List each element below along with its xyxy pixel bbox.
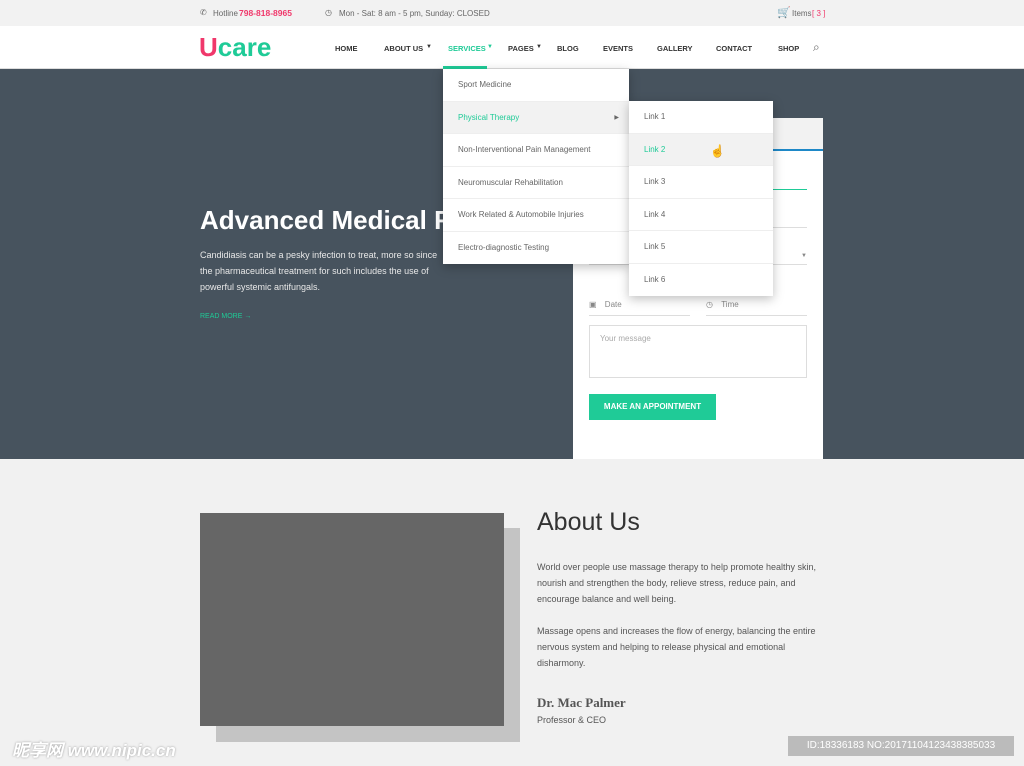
nav-contact[interactable]: CONTACT [716, 44, 752, 53]
clock-icon: ◷ [325, 8, 332, 17]
submenu-link-3[interactable]: Link 3 [629, 166, 773, 199]
read-more-link[interactable]: READ MORE → [200, 313, 251, 320]
menu-item-physical-therapy[interactable]: Physical Therapy ▶ [443, 101, 629, 134]
phone-icon: ✆ [200, 8, 207, 17]
physical-therapy-submenu: Link 1 Link 2 Link 3 Link 4 Link 5 Link … [629, 101, 773, 296]
time-field[interactable]: ◷ Time [706, 300, 807, 316]
calendar-icon: ▣ [589, 300, 597, 309]
clock-icon: ◷ [706, 300, 713, 309]
cart-count: [ 3 ] [812, 9, 826, 18]
menu-item-sport-medicine[interactable]: Sport Medicine [443, 69, 629, 102]
opening-hours: Mon - Sat: 8 am - 5 pm, Sunday: CLOSED [339, 9, 490, 18]
submenu-link-6[interactable]: Link 6 [629, 264, 773, 297]
nav-events[interactable]: EVENTS [603, 44, 633, 53]
menu-item-neuromuscular[interactable]: Neuromuscular Rehabilitation [443, 167, 629, 199]
make-appointment-button[interactable]: MAKE AN APPOINTMENT [589, 394, 716, 420]
nav-pages[interactable]: PAGES [508, 44, 534, 53]
chevron-down-icon: ▼ [536, 44, 542, 50]
main-nav: Ucare HOME ABOUT US ▼ SERVICES ▼ PAGES ▼… [0, 26, 1024, 69]
hand-cursor-icon: ☝ [710, 144, 725, 158]
menu-item-electro-diagnostic[interactable]: Electro-diagnostic Testing [443, 232, 629, 265]
top-bar: ✆ Hotline 798-818-8965 ◷ Mon - Sat: 8 am… [0, 0, 1024, 26]
nav-home[interactable]: HOME [335, 44, 358, 53]
hero-title: Advanced Medical Fa [200, 205, 465, 235]
author-role: Professor & CEO [537, 715, 607, 725]
submenu-link-2[interactable]: Link 2 [629, 133, 773, 166]
message-textarea[interactable]: Your message [589, 325, 807, 378]
about-paragraph-1: World over people use massage therapy to… [537, 562, 816, 604]
watermark-id: ID:18336183 NO:20171104123438385033 [788, 736, 1014, 756]
author-name: Dr. Mac Palmer [537, 695, 626, 710]
logo[interactable]: Ucare [199, 32, 271, 63]
hero-text: Candidiasis can be a pesky infection to … [200, 250, 438, 292]
date-label: Date [604, 300, 622, 309]
about-title: About Us [537, 508, 640, 536]
hotline-number[interactable]: 798-818-8965 [239, 8, 292, 18]
menu-item-work-injuries[interactable]: Work Related & Automobile Injuries [443, 199, 629, 232]
submenu-link-4[interactable]: Link 4 [629, 199, 773, 231]
nav-blog[interactable]: BLOG [557, 44, 579, 53]
submenu-link-1[interactable]: Link 1 [629, 101, 773, 134]
menu-item-label: Physical Therapy [458, 112, 520, 122]
search-icon[interactable]: ⌕ [813, 40, 820, 55]
chevron-down-icon: ▼ [426, 44, 432, 50]
services-dropdown: Sport Medicine Physical Therapy ▶ Non-Int… [443, 69, 629, 264]
nav-gallery[interactable]: GALLERY [657, 44, 693, 53]
cart-label[interactable]: Items [792, 9, 812, 18]
date-field[interactable]: ▣ Date [589, 300, 690, 316]
nav-shop[interactable]: SHOP [778, 44, 799, 53]
nav-services[interactable]: SERVICES [448, 44, 486, 53]
time-label: Time [721, 300, 739, 309]
hotline-label: Hotline [213, 9, 238, 18]
cart-icon[interactable]: 🛒 [777, 6, 791, 19]
about-image [200, 513, 504, 726]
chevron-down-icon: ▼ [487, 44, 493, 50]
watermark-site: 昵享网 www.nipic.cn [12, 741, 176, 760]
about-paragraph-2: Massage opens and increases the flow of … [537, 626, 816, 668]
chevron-right-icon: ▶ [614, 114, 619, 121]
submenu-link-5[interactable]: Link 5 [629, 231, 773, 264]
menu-item-pain-management[interactable]: Non-Interventional Pain Management [443, 134, 629, 167]
nav-about-us[interactable]: ABOUT US [384, 44, 423, 53]
